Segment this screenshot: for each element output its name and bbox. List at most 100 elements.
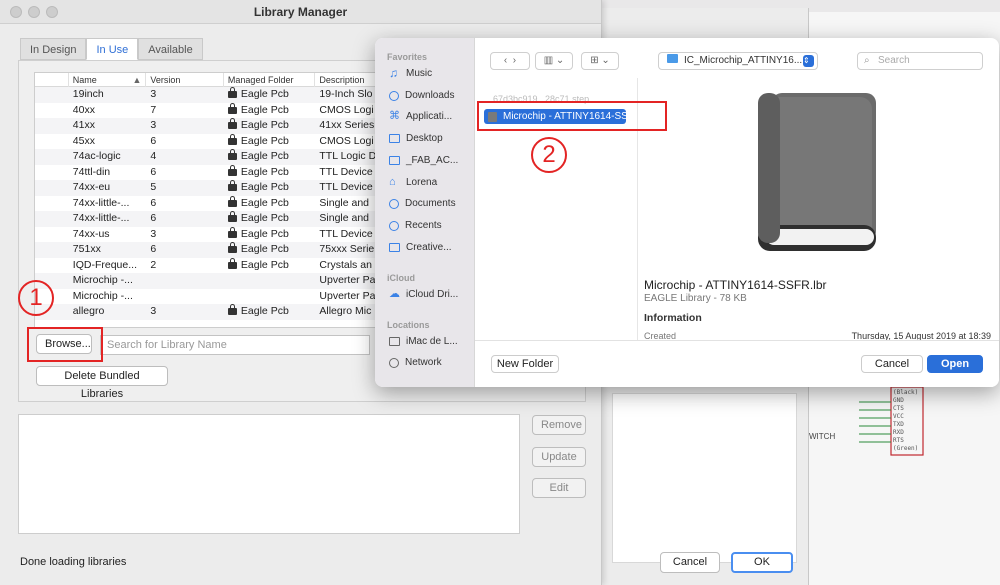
remove-button[interactable]: Remove (532, 415, 586, 435)
table-header: Name ▲ Version Managed Folder Description (35, 73, 383, 87)
sidebar-item-network[interactable]: Network (389, 357, 442, 368)
table-row[interactable]: 45xx 6 Eagle Pcb CMOS Logi (35, 133, 383, 150)
sidebar-item-documents[interactable]: Documents (389, 198, 456, 209)
sidebar-item-imac[interactable]: iMac de L... (389, 336, 458, 347)
table-row[interactable]: 40xx 7 Eagle Pcb CMOS Logi (35, 102, 383, 119)
row-managed-folder: Eagle Pcb (224, 304, 315, 320)
columns-view-button[interactable]: ▥ ⌄ (535, 52, 573, 70)
open-button[interactable]: Open (927, 355, 983, 373)
sidebar-item-recents[interactable]: Recents (389, 220, 442, 231)
row-description: CMOS Logi (319, 134, 374, 147)
sidebar-item-icloud-drive[interactable]: ☁ iCloud Dri... (389, 289, 458, 301)
row-description: Upverter Pa (319, 289, 376, 302)
library-search-input[interactable]: Search for Library Name (100, 335, 370, 355)
back-forward-buttons[interactable]: ‹ › (490, 52, 530, 70)
row-spacer (35, 87, 69, 103)
row-name: 41xx (72, 119, 95, 131)
row-managed-folder (224, 273, 315, 289)
sidebar-item-fab-folder[interactable]: _FAB_AC... (389, 155, 458, 166)
cancel-button[interactable]: Cancel (660, 552, 720, 573)
row-description: Single and (319, 212, 370, 224)
lock-icon (227, 257, 237, 269)
search-input[interactable]: ⌕ Search (857, 52, 983, 70)
sidebar-item-creative[interactable]: Creative... (389, 242, 452, 253)
column-header-description[interactable]: Description (315, 73, 383, 87)
chevron-updown-icon: ⇕ (803, 55, 814, 67)
row-name: 74xx-little-... (72, 196, 130, 209)
row-managed-folder: Eagle Pcb (224, 226, 315, 243)
tab-in-design[interactable]: In Design (20, 38, 87, 60)
table-row[interactable]: Microchip -... Upverter Pa (35, 273, 383, 289)
column-header-version[interactable]: Version (146, 73, 224, 87)
delete-bundled-libraries-button[interactable]: Delete Bundled Libraries (36, 366, 168, 400)
sidebar-header-locations: Locations (387, 320, 430, 330)
edit-button[interactable]: Edit (532, 478, 586, 498)
home-icon: ⌂ (389, 176, 396, 188)
update-button[interactable]: Update (532, 447, 586, 467)
row-description: CMOS Logi (319, 103, 374, 116)
grid-view-button[interactable]: ⊞ ⌄ (581, 52, 619, 70)
table-row[interactable]: 74xx-us 3 Eagle Pcb TTL Device (35, 226, 383, 243)
lock-icon (227, 87, 237, 98)
column-header (35, 73, 69, 87)
row-version: 6 (150, 134, 157, 147)
row-name: Microchip -... (72, 274, 133, 286)
row-version: 6 (150, 243, 157, 255)
schematic-switch-text: WITCH (809, 432, 836, 441)
row-managed-folder (224, 289, 315, 305)
annotation-number-two: 2 (531, 137, 567, 173)
row-spacer (35, 180, 69, 196)
row-name: 74ac-logic (72, 150, 121, 162)
sidebar-item-music[interactable]: ♫ Music (389, 67, 432, 79)
table-row[interactable]: Microchip -... Upverter Pa (35, 289, 383, 305)
new-folder-button[interactable]: New Folder (491, 355, 559, 373)
table-row[interactable]: IQD-Freque... 2 Eagle Pcb Crystals an (35, 257, 383, 274)
table-row[interactable]: 74xx-eu 5 Eagle Pcb TTL Device (35, 180, 383, 196)
column-header-managed-folder[interactable]: Managed Folder (224, 73, 316, 87)
row-version: 3 (150, 119, 157, 131)
tab-in-use[interactable]: In Use (86, 38, 139, 60)
title-bar: Library Manager (0, 0, 601, 24)
tab-bar: In Design In Use Available (20, 38, 203, 60)
library-description-box (18, 414, 520, 534)
network-icon (389, 357, 399, 368)
row-version: 3 (150, 305, 157, 317)
table-row[interactable]: 74ttl-din 6 Eagle Pcb TTL Device (35, 164, 383, 181)
lock-icon (227, 180, 237, 191)
row-managed-folder: Eagle Pcb (224, 149, 315, 165)
search-icon: ⌕ (864, 55, 870, 66)
pin-label: VCC (893, 413, 904, 420)
row-description: Crystals an (319, 258, 372, 271)
row-spacer (35, 242, 69, 258)
sidebar-header-icloud: iCloud (387, 273, 415, 283)
table-row[interactable]: 74xx-little-... 6 Eagle Pcb Single and (35, 195, 383, 212)
lock-icon (227, 118, 237, 129)
table-row[interactable]: 19inch 3 Eagle Pcb 19-Inch Slo (35, 87, 383, 103)
sidebar-item-lorena[interactable]: ⌂ Lorena (389, 176, 437, 189)
row-name: 751xx (72, 243, 101, 255)
annotation-box-file (477, 101, 667, 131)
row-name: 45xx (72, 134, 95, 147)
pin-label: TXD (893, 421, 904, 428)
table-row[interactable]: 74ac-logic 4 Eagle Pcb TTL Logic D (35, 149, 383, 165)
row-version: 3 (150, 88, 157, 100)
table-row[interactable]: allegro 3 Eagle Pcb Allegro Mic (35, 304, 383, 320)
table-row[interactable]: 74xx-little-... 6 Eagle Pcb Single and (35, 211, 383, 227)
row-spacer (35, 196, 69, 212)
ok-button[interactable]: OK (731, 552, 793, 573)
lock-icon (227, 211, 237, 222)
row-version: 7 (150, 103, 157, 116)
tab-available[interactable]: Available (138, 38, 203, 60)
column-header-name[interactable]: Name ▲ (69, 73, 147, 87)
sidebar-item-downloads[interactable]: Downloads (389, 90, 454, 101)
sidebar-item-applications[interactable]: ⌘ Applicati... (389, 111, 452, 123)
lock-icon (227, 304, 237, 315)
dialog-cancel-button[interactable]: Cancel (861, 355, 923, 373)
window-title: Library Manager (253, 5, 348, 19)
path-selector[interactable]: IC_Microchip_ATTINY16... ⇕ (658, 52, 818, 70)
table-row[interactable]: 41xx 3 Eagle Pcb 41xx Series (35, 118, 383, 134)
sidebar-item-desktop[interactable]: Desktop (389, 133, 443, 144)
table-row[interactable]: 751xx 6 Eagle Pcb 75xxx Serie (35, 242, 383, 258)
lock-icon (227, 226, 237, 238)
row-description: 75xxx Serie (319, 243, 375, 255)
